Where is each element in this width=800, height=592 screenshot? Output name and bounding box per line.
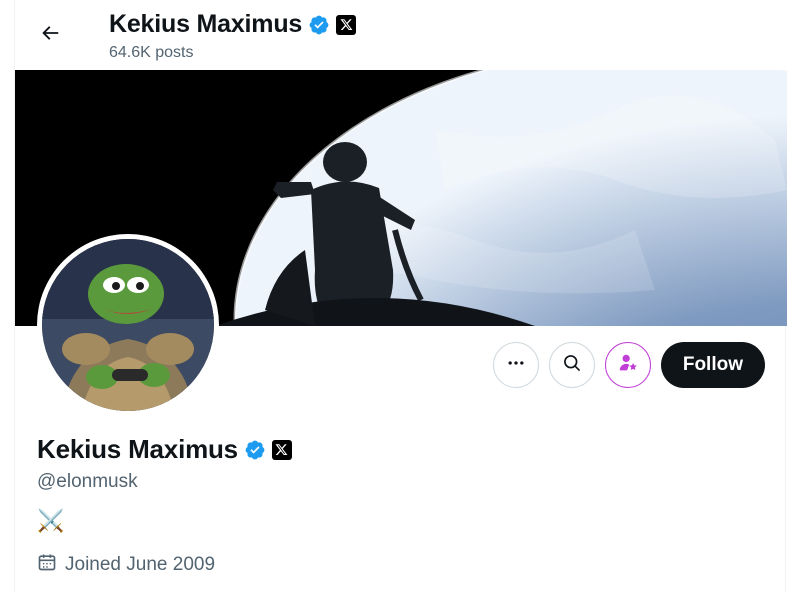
header-title-row: Kekius Maximus xyxy=(109,10,357,39)
verified-badge-icon[interactable] xyxy=(308,14,330,36)
joined-date: Joined June 2009 xyxy=(37,552,215,578)
profile-bio: ⚔️ xyxy=(37,508,65,533)
avatar-image xyxy=(42,239,214,411)
joined-label: Joined June 2009 xyxy=(65,554,216,575)
profile-handle: @elonmusk xyxy=(37,471,138,492)
profile-page: Kekius Maximus 64.6K posts Follow Kekius… xyxy=(14,0,787,592)
search-icon xyxy=(562,353,582,378)
profile-name: Kekius Maximus xyxy=(37,434,238,464)
subscribe-button[interactable] xyxy=(604,342,651,388)
x-logo-icon[interactable] xyxy=(336,14,357,35)
verified-badge-icon[interactable] xyxy=(244,439,266,461)
profile-name-row: Kekius Maximus xyxy=(37,434,292,465)
more-icon xyxy=(506,353,526,378)
subscribe-star-icon xyxy=(617,352,639,379)
header-title: Kekius Maximus xyxy=(109,10,303,38)
back-button[interactable] xyxy=(33,18,67,52)
arrow-left-icon xyxy=(39,22,61,49)
search-button[interactable] xyxy=(548,342,595,388)
posts-count: 64.6K posts xyxy=(109,44,194,61)
more-button[interactable] xyxy=(492,342,539,388)
profile-actions: Follow xyxy=(492,342,765,388)
profile-header: Kekius Maximus 64.6K posts xyxy=(15,0,787,70)
avatar[interactable] xyxy=(37,234,219,416)
follow-button[interactable]: Follow xyxy=(660,342,765,388)
x-logo-icon[interactable] xyxy=(271,439,292,460)
calendar-icon xyxy=(37,552,57,578)
